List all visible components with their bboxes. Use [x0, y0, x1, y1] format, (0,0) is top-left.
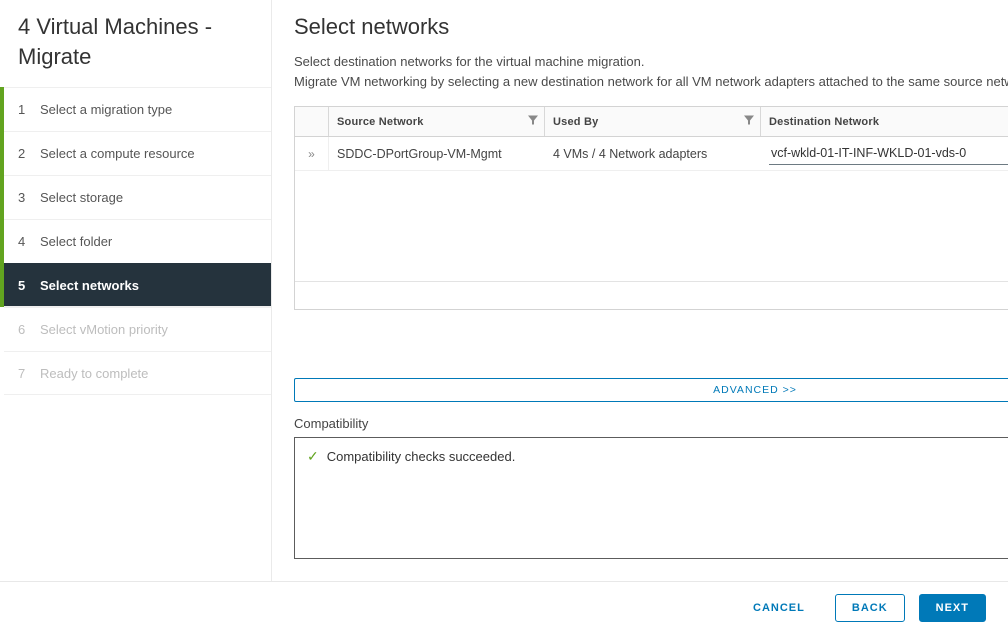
table-header: Source Network Used By Destination Netwo…	[295, 107, 1008, 137]
step-label: Ready to complete	[40, 366, 148, 381]
wizard-footer: CANCEL BACK NEXT	[0, 581, 1008, 633]
cell-source-network: SDDC-DPortGroup-VM-Mgmt	[329, 137, 545, 170]
step-label: Select a compute resource	[40, 146, 195, 161]
wizard-title: 4 Virtual Machines - Migrate	[0, 12, 271, 81]
compatibility-label: Compatibility	[294, 416, 1008, 431]
cell-destination-network[interactable]	[761, 137, 1008, 170]
step-number: 4	[18, 234, 40, 249]
step-label: Select a migration type	[40, 102, 172, 117]
compatibility-message: Compatibility checks succeeded.	[327, 449, 516, 464]
step-5-networks[interactable]: 5 Select networks	[4, 263, 271, 307]
networks-table: Source Network Used By Destination Netwo…	[294, 106, 1008, 310]
compatibility-section: Compatibility ✓ Compatibility checks suc…	[294, 416, 1008, 559]
filter-icon[interactable]	[744, 115, 754, 128]
step-1-migration-type[interactable]: 1 Select a migration type	[4, 87, 271, 131]
table-row[interactable]: » SDDC-DPortGroup-VM-Mgmt 4 VMs / 4 Netw…	[295, 137, 1008, 171]
compatibility-status: ✓ Compatibility checks succeeded.	[307, 448, 1008, 465]
step-7-ready-to-complete: 7 Ready to complete	[4, 351, 271, 395]
step-label: Select folder	[40, 234, 112, 249]
step-number: 1	[18, 102, 40, 117]
description-line-1: Select destination networks for the virt…	[294, 52, 1008, 72]
header-label: Destination Network	[769, 116, 879, 128]
compatibility-box: ✓ Compatibility checks succeeded.	[294, 437, 1008, 559]
chevron-right-icon: »	[308, 147, 315, 161]
row-expand-toggle[interactable]: »	[295, 137, 329, 170]
header-destination-network[interactable]: Destination Network	[761, 107, 1008, 136]
step-3-storage[interactable]: 3 Select storage	[4, 175, 271, 219]
page-title: Select networks	[294, 14, 1008, 40]
description-line-2: Migrate VM networking by selecting a new…	[294, 72, 1008, 92]
step-number: 7	[18, 366, 40, 381]
page-description: Select destination networks for the virt…	[294, 52, 1008, 92]
header-expand	[295, 107, 329, 136]
header-source-network[interactable]: Source Network	[329, 107, 545, 136]
step-label: Select storage	[40, 190, 123, 205]
cell-used-by: 4 VMs / 4 Network adapters	[545, 137, 761, 170]
advanced-button[interactable]: ADVANCED >>	[294, 378, 1008, 402]
step-number: 2	[18, 146, 40, 161]
back-button[interactable]: BACK	[835, 594, 905, 622]
step-4-folder[interactable]: 4 Select folder	[4, 219, 271, 263]
next-button[interactable]: NEXT	[919, 594, 986, 622]
filter-icon[interactable]	[528, 115, 538, 128]
step-6-vmotion-priority: 6 Select vMotion priority	[4, 307, 271, 351]
table-footer: 1 item	[295, 281, 1008, 309]
header-label: Used By	[553, 116, 598, 128]
cancel-button[interactable]: CANCEL	[737, 595, 821, 621]
check-icon: ✓	[307, 448, 319, 465]
destination-network-input[interactable]	[769, 142, 1008, 165]
header-label: Source Network	[337, 116, 424, 128]
wizard-main: Select networks Select destination netwo…	[272, 0, 1008, 633]
step-number: 6	[18, 322, 40, 337]
step-label: Select vMotion priority	[40, 322, 168, 337]
step-2-compute-resource[interactable]: 2 Select a compute resource	[4, 131, 271, 175]
table-body-scroll[interactable]: » SDDC-DPortGroup-VM-Mgmt 4 VMs / 4 Netw…	[295, 137, 1008, 281]
step-number: 3	[18, 190, 40, 205]
header-used-by[interactable]: Used By	[545, 107, 761, 136]
step-label: Select networks	[40, 278, 139, 293]
wizard-sidebar: 4 Virtual Machines - Migrate 1 Select a …	[0, 0, 272, 633]
step-number: 5	[18, 278, 40, 293]
